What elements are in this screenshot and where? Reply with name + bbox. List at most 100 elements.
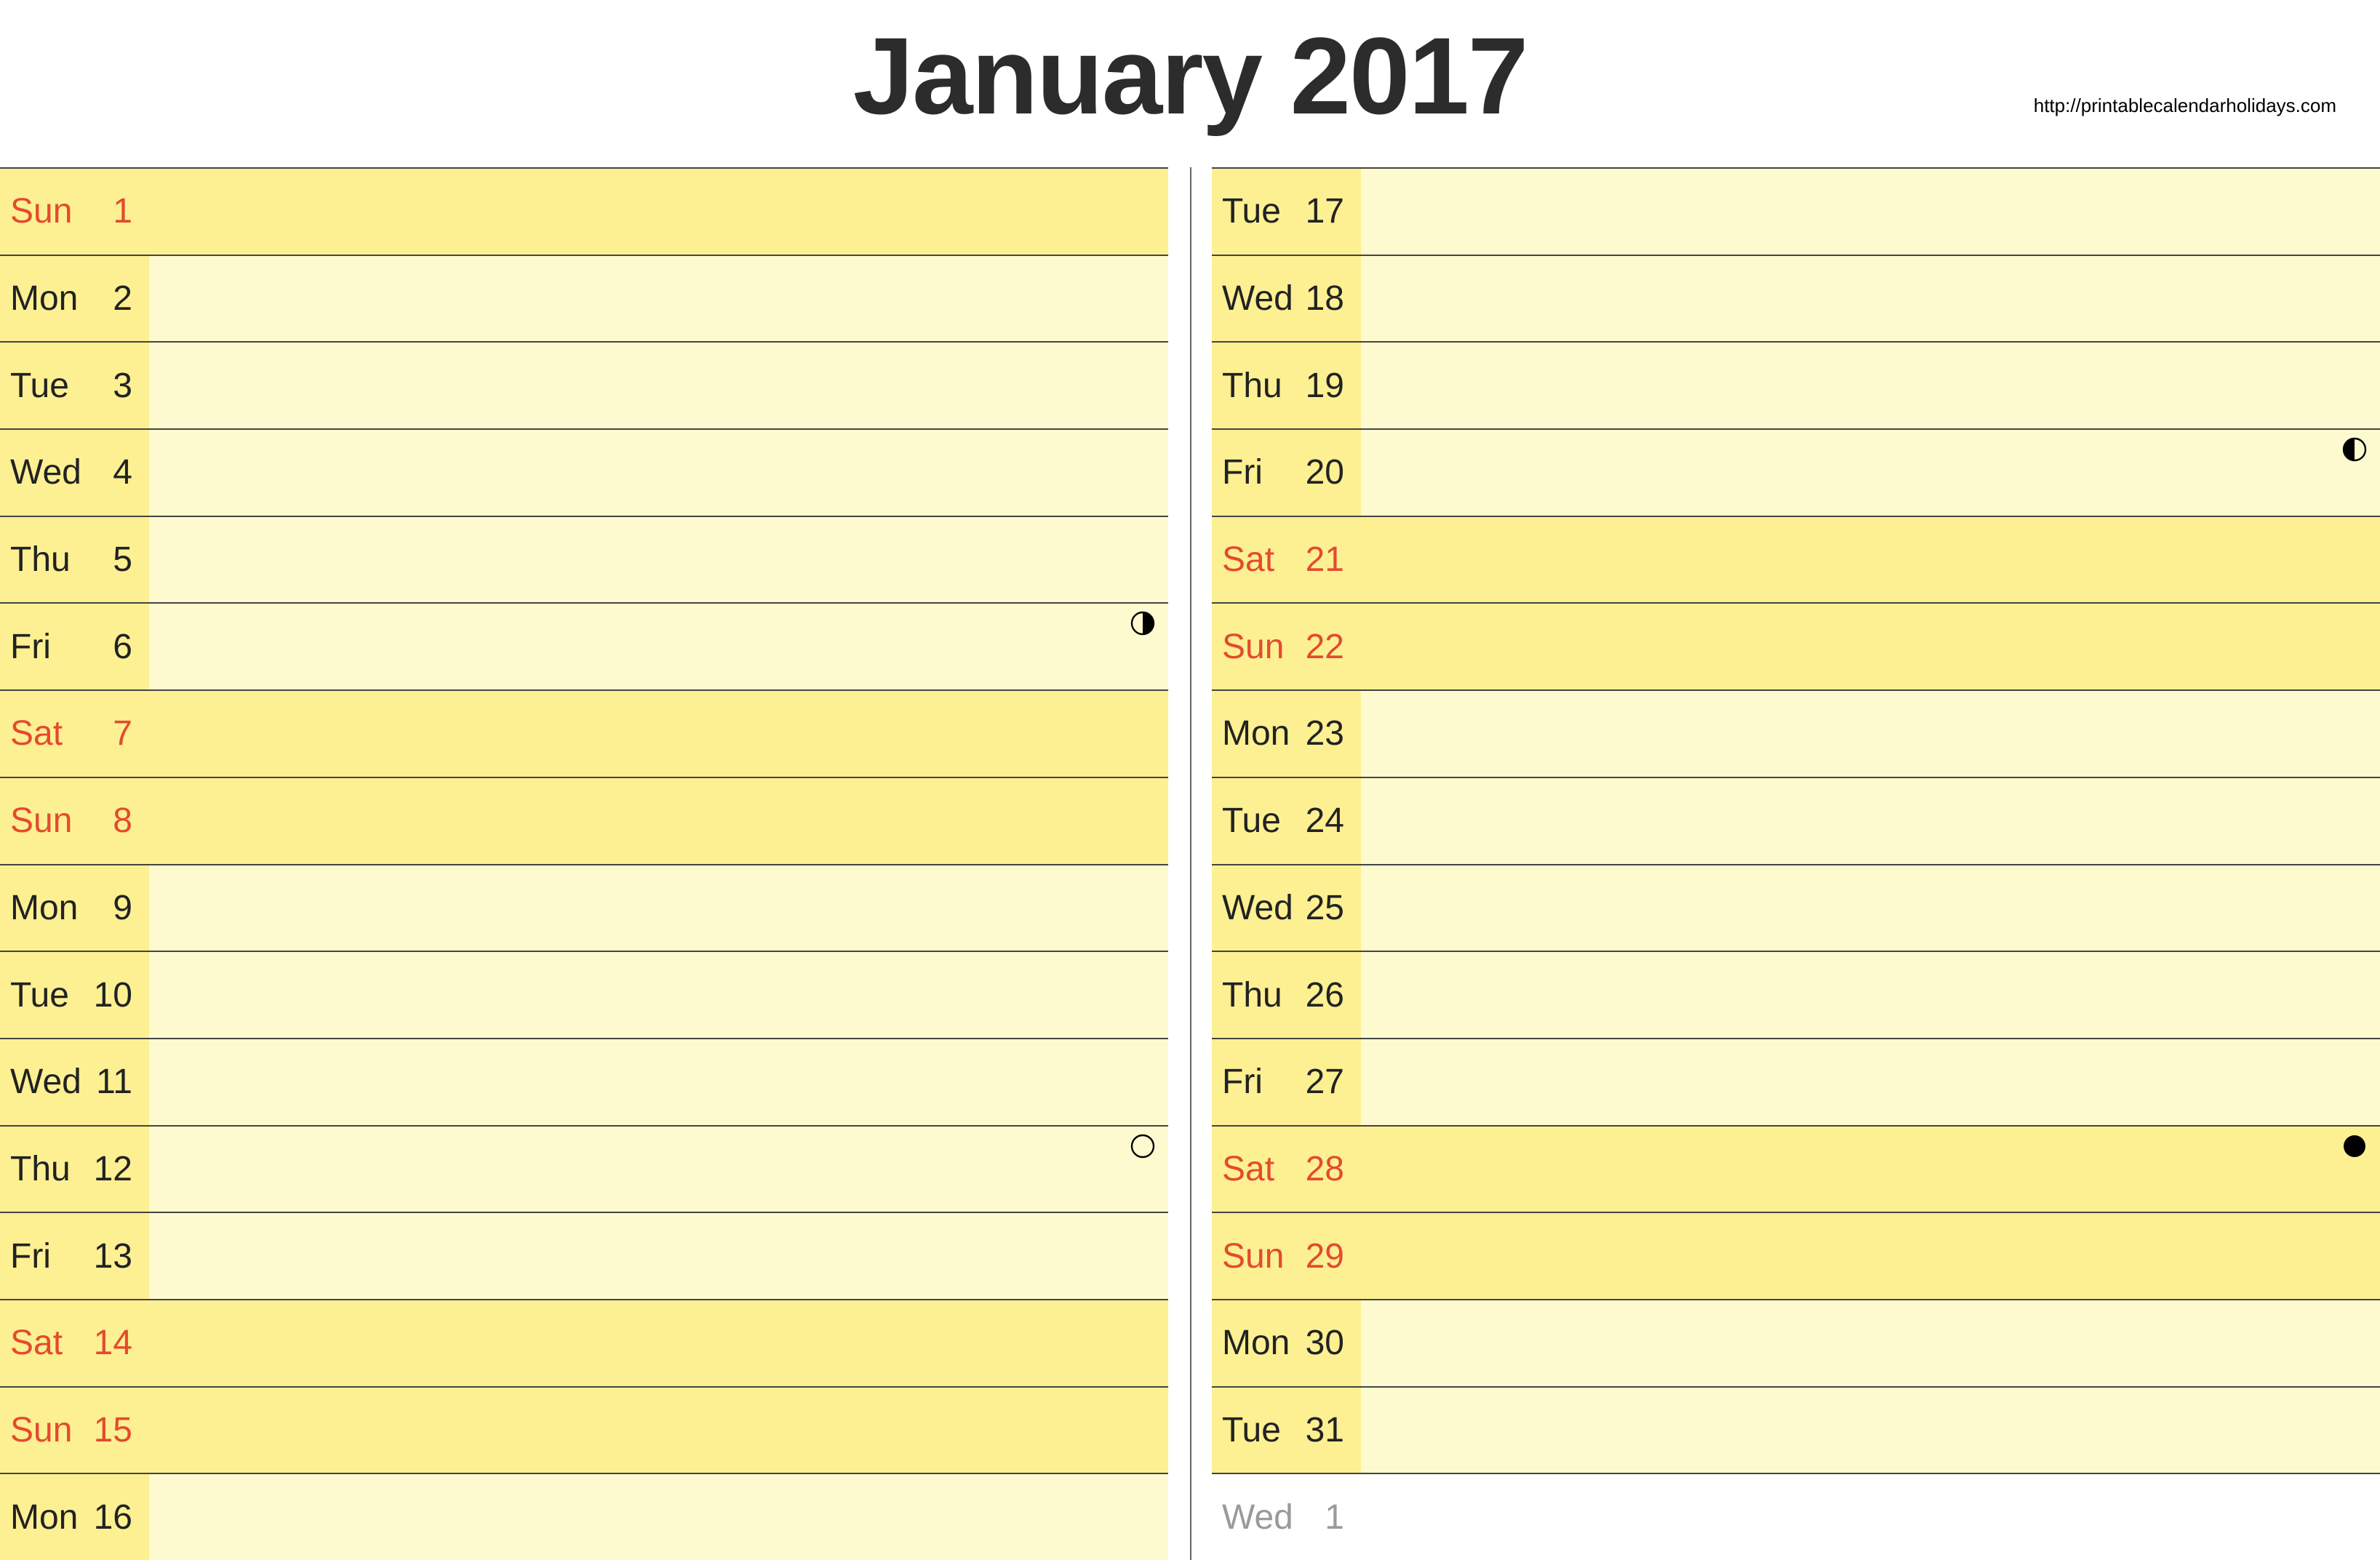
note-area — [1361, 865, 2380, 951]
note-area — [1361, 691, 2380, 777]
day-number: 30 — [1302, 1323, 1344, 1363]
day-of-week: Tue — [10, 366, 90, 406]
day-number: 6 — [90, 627, 132, 667]
calendar-row: Sat28 — [1212, 1125, 2380, 1212]
note-area — [1361, 1039, 2380, 1125]
date-cell: Tue24 — [1212, 778, 1361, 864]
date-cell: Wed25 — [1212, 865, 1361, 951]
day-of-week: Mon — [10, 279, 90, 319]
day-of-week: Sun — [10, 1410, 90, 1450]
day-of-week: Wed — [1222, 888, 1302, 928]
calendar-row: Fri13 — [0, 1212, 1168, 1299]
calendar-row: Sun1 — [0, 167, 1168, 255]
day-of-week: Tue — [1222, 191, 1302, 231]
day-number: 25 — [1302, 888, 1344, 928]
calendar-row: Mon16 — [0, 1473, 1168, 1560]
date-cell: Sat14 — [0, 1300, 149, 1386]
calendar-row: Thu5 — [0, 516, 1168, 603]
calendar-row: Sun22 — [1212, 602, 2380, 689]
calendar-header: January 2017 http://printablecalendarhol… — [0, 0, 2380, 167]
note-area — [1361, 1300, 2380, 1386]
day-of-week: Wed — [1222, 279, 1302, 319]
note-area — [1361, 517, 2380, 603]
calendar-row: Sun8 — [0, 777, 1168, 864]
date-cell: Wed11 — [0, 1039, 149, 1125]
date-cell: Sat28 — [1212, 1127, 1361, 1212]
date-cell: Mon16 — [0, 1474, 149, 1560]
day-number: 20 — [1302, 452, 1344, 492]
calendar-row: Tue31 — [1212, 1386, 2380, 1473]
day-number: 1 — [90, 191, 132, 231]
moon-phase-first-quarter-icon — [1130, 611, 1155, 636]
calendar-column-left: Sun1Mon2Tue3Wed4Thu5Fri6Sat7Sun8Mon9Tue1… — [0, 167, 1190, 1560]
date-cell: Mon23 — [1212, 691, 1361, 777]
note-area — [1361, 1213, 2380, 1299]
day-number: 16 — [90, 1497, 132, 1537]
date-cell: Mon9 — [0, 865, 149, 951]
day-number: 1 — [1302, 1497, 1344, 1537]
calendar-row: Tue17 — [1212, 167, 2380, 255]
day-of-week: Fri — [1222, 1062, 1302, 1102]
date-cell: Thu26 — [1212, 952, 1361, 1038]
calendar-row: Sat14 — [0, 1299, 1168, 1386]
date-cell: Sat7 — [0, 691, 149, 777]
date-cell: Tue10 — [0, 952, 149, 1038]
note-area — [149, 1213, 1168, 1299]
day-number: 19 — [1302, 366, 1344, 406]
day-number: 31 — [1302, 1410, 1344, 1450]
moon-phase-last-quarter-icon — [2342, 437, 2367, 462]
day-of-week: Sun — [10, 801, 90, 841]
calendar-row: Sun29 — [1212, 1212, 2380, 1299]
page-title: January 2017 — [0, 13, 2380, 139]
day-of-week: Sun — [10, 191, 90, 231]
calendar-row: Fri20 — [1212, 428, 2380, 516]
day-of-week: Mon — [1222, 1323, 1302, 1363]
date-cell: Wed18 — [1212, 256, 1361, 342]
calendar-row: Sat7 — [0, 689, 1168, 777]
day-number: 15 — [90, 1410, 132, 1450]
note-area — [1361, 1127, 2380, 1212]
date-cell: Wed1 — [1212, 1474, 1361, 1560]
source-url: http://printablecalendarholidays.com — [2034, 95, 2336, 117]
day-number: 3 — [90, 366, 132, 406]
calendar-row: Sat21 — [1212, 516, 2380, 603]
date-cell: Sat21 — [1212, 517, 1361, 603]
note-area — [149, 1474, 1168, 1560]
day-number: 13 — [90, 1236, 132, 1276]
day-number: 22 — [1302, 627, 1344, 667]
day-number: 26 — [1302, 975, 1344, 1015]
note-area — [149, 256, 1168, 342]
calendar-row: Wed18 — [1212, 255, 2380, 342]
calendar-row: Wed4 — [0, 428, 1168, 516]
note-area — [1361, 604, 2380, 689]
calendar-row: Sun15 — [0, 1386, 1168, 1473]
note-area — [149, 604, 1168, 689]
note-area — [1361, 1474, 2380, 1560]
calendar-row: Mon9 — [0, 864, 1168, 951]
calendar-row: Tue24 — [1212, 777, 2380, 864]
date-cell: Fri20 — [1212, 430, 1361, 516]
note-area — [1361, 778, 2380, 864]
day-of-week: Sat — [1222, 1149, 1302, 1189]
day-number: 8 — [90, 801, 132, 841]
day-number: 5 — [90, 540, 132, 580]
day-of-week: Tue — [1222, 801, 1302, 841]
day-of-week: Sat — [10, 1323, 90, 1363]
calendar-row: Fri6 — [0, 602, 1168, 689]
date-cell: Tue3 — [0, 343, 149, 428]
date-cell: Wed4 — [0, 430, 149, 516]
note-area — [149, 691, 1168, 777]
day-number: 24 — [1302, 801, 1344, 841]
note-area — [1361, 169, 2380, 255]
note-area — [149, 343, 1168, 428]
note-area — [1361, 1388, 2380, 1473]
note-area — [149, 517, 1168, 603]
date-cell: Thu5 — [0, 517, 149, 603]
calendar-row: Thu12 — [0, 1125, 1168, 1212]
day-number: 21 — [1302, 540, 1344, 580]
day-number: 14 — [90, 1323, 132, 1363]
date-cell: Mon2 — [0, 256, 149, 342]
calendar-row: Wed25 — [1212, 864, 2380, 951]
day-number: 12 — [90, 1149, 132, 1189]
day-number: 27 — [1302, 1062, 1344, 1102]
